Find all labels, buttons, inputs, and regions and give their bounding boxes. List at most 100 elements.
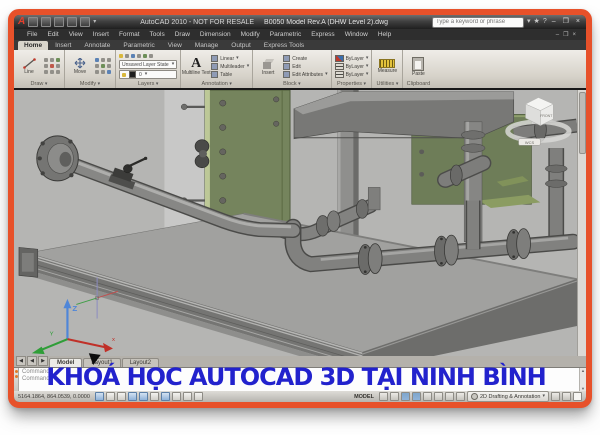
open-icon[interactable] xyxy=(28,17,39,27)
command-history[interactable]: Command: Command: xyxy=(19,368,579,391)
menu-view[interactable]: View xyxy=(64,31,88,38)
ducs-toggle[interactable] xyxy=(160,392,170,401)
menu-file[interactable]: File xyxy=(22,31,42,38)
create-block-button[interactable]: Create xyxy=(283,55,327,62)
insert-block-button[interactable]: Insert xyxy=(256,58,280,76)
status-menu-icon[interactable] xyxy=(562,392,571,401)
panel-utilities-label[interactable]: Utilities ▾ xyxy=(372,81,402,88)
save-icon[interactable] xyxy=(41,17,52,27)
menu-modify[interactable]: Modify xyxy=(236,31,265,38)
menu-format[interactable]: Format xyxy=(114,31,145,38)
panel-draw-label[interactable]: Draw ▾ xyxy=(14,81,64,88)
menu-edit[interactable]: Edit xyxy=(42,31,63,38)
grid-toggle[interactable] xyxy=(105,392,115,401)
steering-wheel-icon[interactable] xyxy=(422,392,432,401)
dyn-toggle[interactable] xyxy=(171,392,181,401)
panel-layers-label[interactable]: Layers ▾ xyxy=(116,81,180,88)
menu-parametric[interactable]: Parametric xyxy=(265,31,306,38)
ribbon-tab-parametric[interactable]: Parametric xyxy=(117,41,160,50)
ribbon-tab-manage[interactable]: Manage xyxy=(189,41,225,50)
ortho-toggle[interactable] xyxy=(116,392,126,401)
move-button[interactable]: Move xyxy=(68,58,92,75)
edit-block-button[interactable]: Edit xyxy=(283,63,327,70)
edit-attributes-button[interactable]: Edit Attributes ▾ xyxy=(283,71,328,78)
ribbon-tab-annotate[interactable]: Annotate xyxy=(78,41,116,50)
workspace-switcher[interactable]: 2D Drafting & Annotation ▾ xyxy=(466,391,549,402)
table-button[interactable]: Table xyxy=(211,71,249,78)
tab-nav-first-icon[interactable]: ◀ xyxy=(16,356,26,366)
minimize-button[interactable]: – xyxy=(550,18,558,26)
clean-screen-icon[interactable] xyxy=(573,392,582,401)
panel-annotation-label[interactable]: Annotation ▾ xyxy=(181,81,252,88)
tab-model[interactable]: Model xyxy=(49,358,83,367)
multileader-button[interactable]: Multileader ▾ xyxy=(211,63,249,70)
multiline-text-button[interactable]: A Multiline Text xyxy=(182,57,211,76)
quick-view-drawings-icon[interactable] xyxy=(389,392,399,401)
tab-layout2[interactable]: Layout2 xyxy=(121,358,160,367)
toolbar-lock-icon[interactable] xyxy=(551,392,560,401)
ribbon-tab-home[interactable]: Home xyxy=(18,41,49,50)
line-button[interactable]: Line xyxy=(17,58,41,75)
osnap-toggle[interactable] xyxy=(138,392,148,401)
qat-dropdown-icon[interactable]: ▾ xyxy=(93,19,96,25)
menu-window[interactable]: Window xyxy=(340,31,373,38)
help-icon[interactable]: ? xyxy=(543,18,547,26)
ribbon-tab-express-tools[interactable]: Express Tools xyxy=(258,41,310,50)
search-input[interactable] xyxy=(434,17,523,27)
plot-icon[interactable] xyxy=(54,17,65,27)
panel-block-label[interactable]: Block ▾ xyxy=(253,81,330,88)
polar-toggle[interactable] xyxy=(127,392,137,401)
restore-button[interactable]: ❐ xyxy=(561,18,571,26)
otrack-toggle[interactable] xyxy=(149,392,159,401)
scrollbar-thumb[interactable] xyxy=(579,92,586,154)
undo-icon[interactable] xyxy=(67,17,78,27)
ribbon-tab-output[interactable]: Output xyxy=(225,41,257,50)
vertical-scrollbar[interactable] xyxy=(577,90,586,356)
linear-dim-button[interactable]: Linear ▾ xyxy=(211,55,249,62)
annotation-scale-icon[interactable] xyxy=(444,392,454,401)
menu-insert[interactable]: Insert xyxy=(88,31,114,38)
snap-toggle[interactable] xyxy=(94,392,104,401)
layer-state-dropdown[interactable]: Unsaved Layer State ▾ xyxy=(119,60,178,69)
panel-properties-label[interactable]: Properties ▾ xyxy=(332,81,372,88)
ribbon-tab-view[interactable]: View xyxy=(162,41,188,50)
tab-nav-prev-icon[interactable]: ◀ xyxy=(27,356,37,366)
zoom-icon[interactable] xyxy=(411,392,421,401)
subscription-icon[interactable]: ★ xyxy=(534,18,540,26)
menu-dimension[interactable]: Dimension xyxy=(195,31,236,38)
drawing-viewport[interactable]: Z Y x FRONT WCS xyxy=(14,90,586,356)
draw-tools-grid[interactable] xyxy=(44,58,61,75)
quick-view-layouts-icon[interactable] xyxy=(378,392,388,401)
linetype-dropdown[interactable]: ByLayer ▾ xyxy=(334,71,368,78)
viewcube-wcs-menu[interactable]: WCS xyxy=(518,138,541,146)
ribbon-tab-insert[interactable]: Insert xyxy=(49,41,77,50)
doc-minimize-button[interactable]: – xyxy=(554,32,561,38)
model-space-button[interactable]: MODEL xyxy=(351,394,377,400)
pan-icon[interactable] xyxy=(400,392,410,401)
qp-toggle[interactable] xyxy=(193,392,203,401)
object-color-dropdown[interactable]: ByLayer ▾ xyxy=(334,55,368,62)
layer-tools-row[interactable] xyxy=(119,54,177,59)
doc-close-button[interactable]: × xyxy=(570,32,578,38)
layer-dropdown[interactable]: 0 ▾ xyxy=(119,70,178,79)
annotation-visibility-icon[interactable] xyxy=(455,392,465,401)
scroll-up-icon[interactable]: ▲ xyxy=(581,368,585,373)
command-scrollbar[interactable]: ▲ ▼ xyxy=(579,368,586,391)
3d-model-canvas[interactable]: Z Y x FRONT WCS xyxy=(14,90,577,356)
scroll-down-icon[interactable]: ▼ xyxy=(581,386,585,391)
panel-modify-label[interactable]: Modify ▾ xyxy=(65,81,115,88)
menu-help[interactable]: Help xyxy=(373,31,396,38)
redo-icon[interactable] xyxy=(80,17,91,27)
doc-restore-button[interactable]: ❐ xyxy=(561,31,570,38)
search-icon[interactable]: ▾ xyxy=(527,18,531,26)
tab-nav-next-icon[interactable]: ▶ xyxy=(38,356,48,366)
paste-button[interactable]: Paste xyxy=(406,56,430,77)
lineweight-dropdown[interactable]: ByLayer ▾ xyxy=(334,63,368,70)
modify-tools-grid[interactable] xyxy=(95,58,112,75)
measure-button[interactable]: Measure xyxy=(375,59,399,74)
close-button[interactable]: × xyxy=(574,18,582,26)
lwt-toggle[interactable] xyxy=(182,392,192,401)
menu-draw[interactable]: Draw xyxy=(170,31,195,38)
menu-tools[interactable]: Tools xyxy=(145,31,170,38)
command-window[interactable]: Command: Command: ▲ ▼ xyxy=(14,367,586,391)
